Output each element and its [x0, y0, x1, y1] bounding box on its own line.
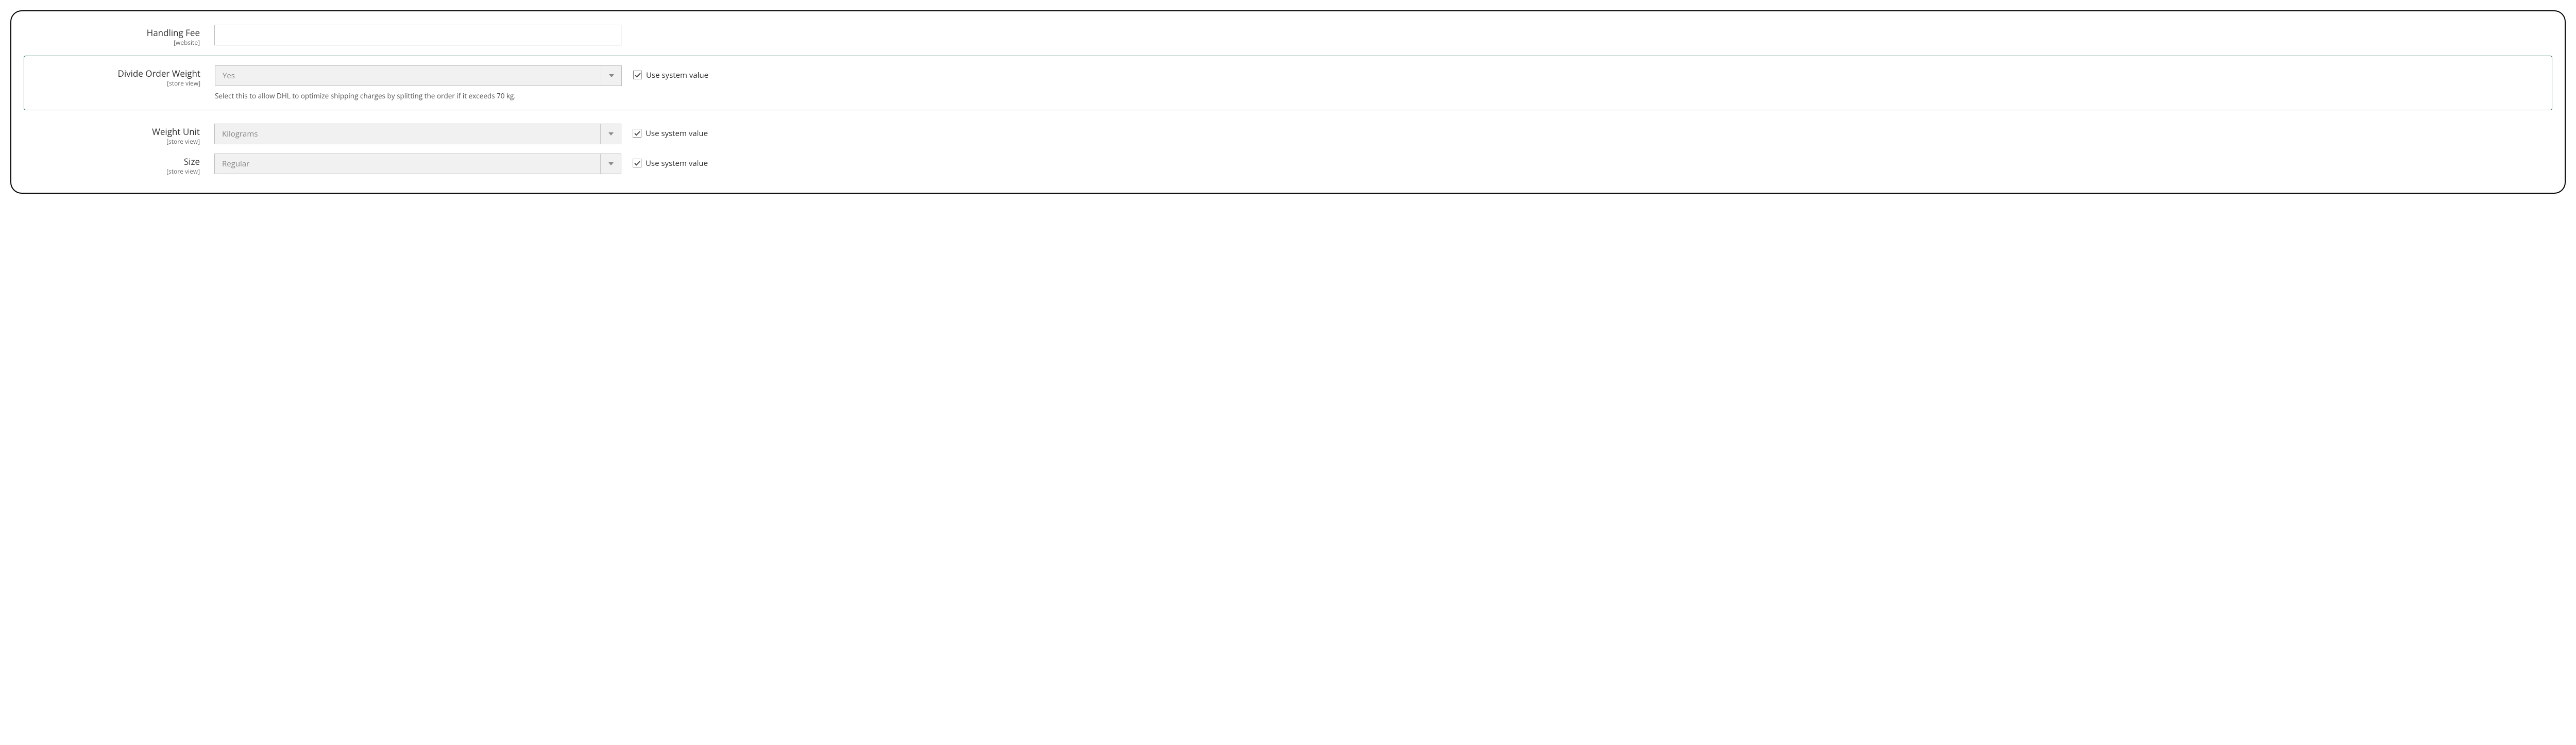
use-system-value-label: Use system value: [646, 158, 708, 168]
use-system-value-label: Use system value: [646, 70, 708, 80]
label-divide-order-weight: Divide Order Weight: [117, 67, 200, 79]
field-aux-col: Use system value: [621, 124, 708, 139]
select-value: Yes: [215, 65, 622, 86]
field-label-col: Handling Fee [website]: [24, 25, 214, 46]
field-label-col: Divide Order Weight [store view]: [24, 65, 215, 87]
scope-handling-fee: [website]: [24, 39, 200, 46]
field-aux-col: Use system value: [621, 154, 708, 168]
handling-fee-input[interactable]: [214, 25, 621, 45]
config-panel: Handling Fee [website] Divide Order Weig…: [10, 10, 2566, 194]
select-value: Kilograms: [214, 124, 621, 144]
field-row-divide-order-weight: Divide Order Weight [store view] Yes Sel…: [24, 56, 2552, 110]
use-system-value-checkbox-divide-order-weight[interactable]: [633, 71, 642, 79]
field-row-handling-fee: Handling Fee [website]: [24, 21, 2552, 50]
use-system-value-checkbox-size[interactable]: [633, 159, 641, 167]
field-control-col: Kilograms: [214, 124, 621, 144]
weight-unit-select[interactable]: Kilograms: [214, 124, 621, 144]
label-weight-unit: Weight Unit: [152, 126, 200, 138]
field-control-col: Regular: [214, 154, 621, 174]
label-size: Size: [184, 156, 200, 167]
select-value: Regular: [214, 154, 621, 174]
field-label-col: Weight Unit [store view]: [24, 124, 214, 145]
field-label-col: Size [store view]: [24, 154, 214, 175]
label-handling-fee: Handling Fee: [147, 27, 200, 39]
field-row-size: Size [store view] Regular Use system val…: [24, 149, 2552, 179]
scope-weight-unit: [store view]: [24, 138, 200, 145]
use-system-value-checkbox-weight-unit[interactable]: [633, 129, 641, 138]
scope-size: [store view]: [24, 168, 200, 175]
use-system-value-label: Use system value: [646, 128, 708, 139]
field-aux-col: Use system value: [622, 65, 708, 80]
size-select[interactable]: Regular: [214, 154, 621, 174]
hint-divide-order-weight: Select this to allow DHL to optimize shi…: [215, 91, 622, 100]
field-row-weight-unit: Weight Unit [store view] Kilograms Use s…: [24, 120, 2552, 149]
scope-divide-order-weight: [store view]: [24, 80, 200, 87]
field-control-col: [214, 25, 621, 45]
field-control-col: Yes Select this to allow DHL to optimize…: [215, 65, 622, 100]
divide-order-weight-select[interactable]: Yes: [215, 65, 622, 86]
